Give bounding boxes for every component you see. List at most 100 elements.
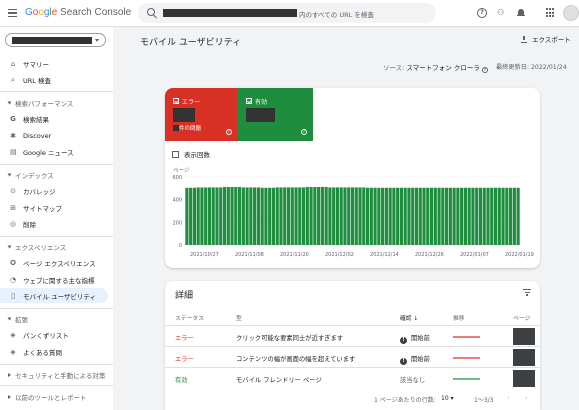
sidebar-item-coverage[interactable]: ⊙ カバレッジ bbox=[0, 183, 108, 198]
chart-bar bbox=[350, 187, 355, 245]
redacted-property bbox=[12, 37, 92, 44]
pagination-range: 1〜3/3 bbox=[474, 397, 494, 404]
y-tick-label: 200 bbox=[172, 220, 182, 226]
section-title: エクスペリエンス bbox=[15, 244, 67, 252]
chart-bar bbox=[493, 187, 498, 245]
table-row[interactable]: エラー コンテンツの幅が画面の幅を超えています ! 開始前 bbox=[165, 346, 540, 367]
rows-per-page-value: 10 bbox=[441, 395, 449, 402]
next-page-icon[interactable]: › bbox=[525, 394, 528, 402]
error-tile[interactable]: エラー 件の問題 ? bbox=[165, 88, 238, 141]
notifications-bell-icon[interactable] bbox=[516, 8, 526, 18]
chart-bar bbox=[200, 187, 204, 245]
column-header-type[interactable]: 型 bbox=[236, 313, 242, 322]
section-legacy-tools[interactable]: 以前のツールとレポート bbox=[8, 392, 87, 402]
sidebar-item-summary[interactable]: ⌂ サマリー bbox=[0, 56, 108, 71]
news-icon: ▤ bbox=[10, 147, 17, 156]
chart-bar bbox=[189, 187, 193, 245]
table-row[interactable]: 有効 モバイル フレンドリー ページ 該当なし bbox=[165, 367, 540, 388]
page-experience-icon: ✪ bbox=[10, 258, 16, 267]
chart-bar bbox=[490, 187, 494, 245]
chart-bar bbox=[226, 186, 230, 245]
account-avatar[interactable] bbox=[563, 5, 579, 21]
section-title: 以前のツールとレポート bbox=[15, 394, 87, 402]
help-icon[interactable]: ? bbox=[226, 129, 232, 135]
sidebar-item-label: URL 検査 bbox=[23, 76, 51, 85]
help-icon[interactable]: ? bbox=[481, 67, 488, 73]
url-inspection-search[interactable]: 内のすべての URL を検査 bbox=[138, 3, 436, 23]
property-selector[interactable] bbox=[5, 33, 106, 47]
sidebar-item-label: サマリー bbox=[23, 60, 49, 69]
expand-arrow-icon bbox=[7, 101, 12, 105]
chart-bar bbox=[230, 186, 234, 245]
section-title: 検索パフォーマンス bbox=[15, 100, 74, 108]
search-icon bbox=[147, 8, 155, 16]
column-header-pages[interactable]: ページ bbox=[513, 313, 530, 322]
trend-sparkline bbox=[453, 357, 480, 359]
column-header-validation[interactable]: 確認 ↓ bbox=[400, 313, 418, 322]
divider bbox=[0, 236, 113, 237]
sidebar-item-mobile-usability[interactable]: ▯ モバイル ユーザビリティ bbox=[0, 288, 108, 303]
chart-bar bbox=[268, 187, 272, 245]
x-tick-label: 2021/12/02 bbox=[325, 252, 354, 258]
rows-per-page-label: 1 ページあたりの行数: bbox=[374, 397, 436, 404]
expand-arrow-icon bbox=[7, 173, 12, 177]
chart-bar bbox=[271, 187, 276, 245]
chart-bar bbox=[486, 187, 490, 245]
asterisk-icon: ✱ bbox=[10, 131, 16, 140]
google-apps-icon[interactable] bbox=[546, 8, 556, 18]
chart-bar bbox=[463, 187, 468, 245]
help-icon[interactable]: ? bbox=[301, 129, 307, 135]
sidebar-item-page-experience[interactable]: ✪ ページ エクスペリエンス bbox=[0, 255, 108, 270]
y-tick-label: 400 bbox=[172, 198, 182, 204]
sidebar-item-search-results[interactable]: G 検索結果 bbox=[0, 111, 108, 126]
sidebar-item-label: カバレッジ bbox=[23, 187, 56, 196]
chart-bar bbox=[347, 187, 351, 245]
chart-bar bbox=[279, 187, 283, 245]
sidebar-item-core-web-vitals[interactable]: ◔ ウェブに関する主な指標 bbox=[0, 272, 108, 287]
redacted-property-name bbox=[163, 9, 297, 17]
details-title: 詳細 bbox=[175, 291, 194, 301]
impressions-toggle[interactable]: 表示回数 bbox=[172, 149, 210, 159]
chart-bar bbox=[373, 187, 377, 245]
menu-icon[interactable] bbox=[8, 9, 17, 18]
google-g-icon: G bbox=[10, 114, 16, 123]
sidebar-item-url-inspection[interactable]: ⌕ URL 検査 bbox=[0, 72, 108, 87]
row-status: エラー bbox=[175, 356, 194, 363]
chart-bar bbox=[365, 187, 370, 245]
sidebar-item-label: 削除 bbox=[23, 220, 36, 229]
sidebar-item-sitemaps[interactable]: ⊞ サイトマップ bbox=[0, 200, 108, 215]
section-security[interactable]: セキュリティと手動による対策 bbox=[8, 370, 105, 380]
chart-bar bbox=[377, 187, 381, 245]
trend-sparkline bbox=[453, 378, 480, 380]
column-header-status[interactable]: ステータス bbox=[175, 313, 204, 322]
sidebar-item-label: 検索結果 bbox=[23, 115, 49, 124]
help-icon[interactable]: ? bbox=[477, 8, 487, 18]
diamond-icon: ◈ bbox=[10, 347, 16, 356]
error-tile-label: エラー bbox=[182, 99, 201, 106]
chart-bar bbox=[482, 187, 486, 245]
chart-bar bbox=[215, 187, 219, 245]
filter-icon[interactable] bbox=[523, 289, 531, 296]
section-enhancements[interactable]: 拡張 bbox=[7, 314, 28, 324]
sidebar-item-discover[interactable]: ✱ Discover bbox=[0, 128, 108, 143]
sort-arrow-down-icon: ↓ bbox=[413, 316, 419, 322]
previous-page-icon[interactable]: ‹ bbox=[507, 394, 510, 402]
chart-bar bbox=[381, 187, 385, 245]
sidebar-item-removals[interactable]: ◎ 削除 bbox=[0, 216, 108, 231]
sidebar-item-faq[interactable]: ◈ よくある質問 bbox=[0, 344, 108, 359]
column-header-trend[interactable]: 推移 bbox=[453, 313, 465, 322]
settings-users-icon[interactable]: ⚇ bbox=[497, 8, 507, 18]
chart-bar bbox=[305, 186, 309, 245]
sidebar-item-breadcrumbs[interactable]: ◈ パンくずリスト bbox=[0, 327, 108, 342]
google-search-console-logo[interactable]: Google Search Console bbox=[25, 7, 131, 18]
section-index[interactable]: インデックス bbox=[7, 170, 54, 180]
section-experience[interactable]: エクスペリエンス bbox=[7, 242, 67, 252]
chart-bar bbox=[309, 186, 313, 245]
sidebar-item-google-news[interactable]: ▤ Google ニュース bbox=[0, 144, 108, 159]
table-row[interactable]: エラー クリック可能な要素同士が近すぎます ! 開始前 bbox=[165, 325, 540, 346]
rows-per-page-select[interactable]: 10 ▾ bbox=[441, 395, 454, 402]
valid-tile[interactable]: 有効 ? bbox=[238, 88, 313, 141]
export-button[interactable]: エクスポート bbox=[521, 34, 571, 44]
sidebar-item-label: パンくずリスト bbox=[23, 331, 69, 340]
section-search-performance[interactable]: 検索パフォーマンス bbox=[7, 98, 74, 108]
